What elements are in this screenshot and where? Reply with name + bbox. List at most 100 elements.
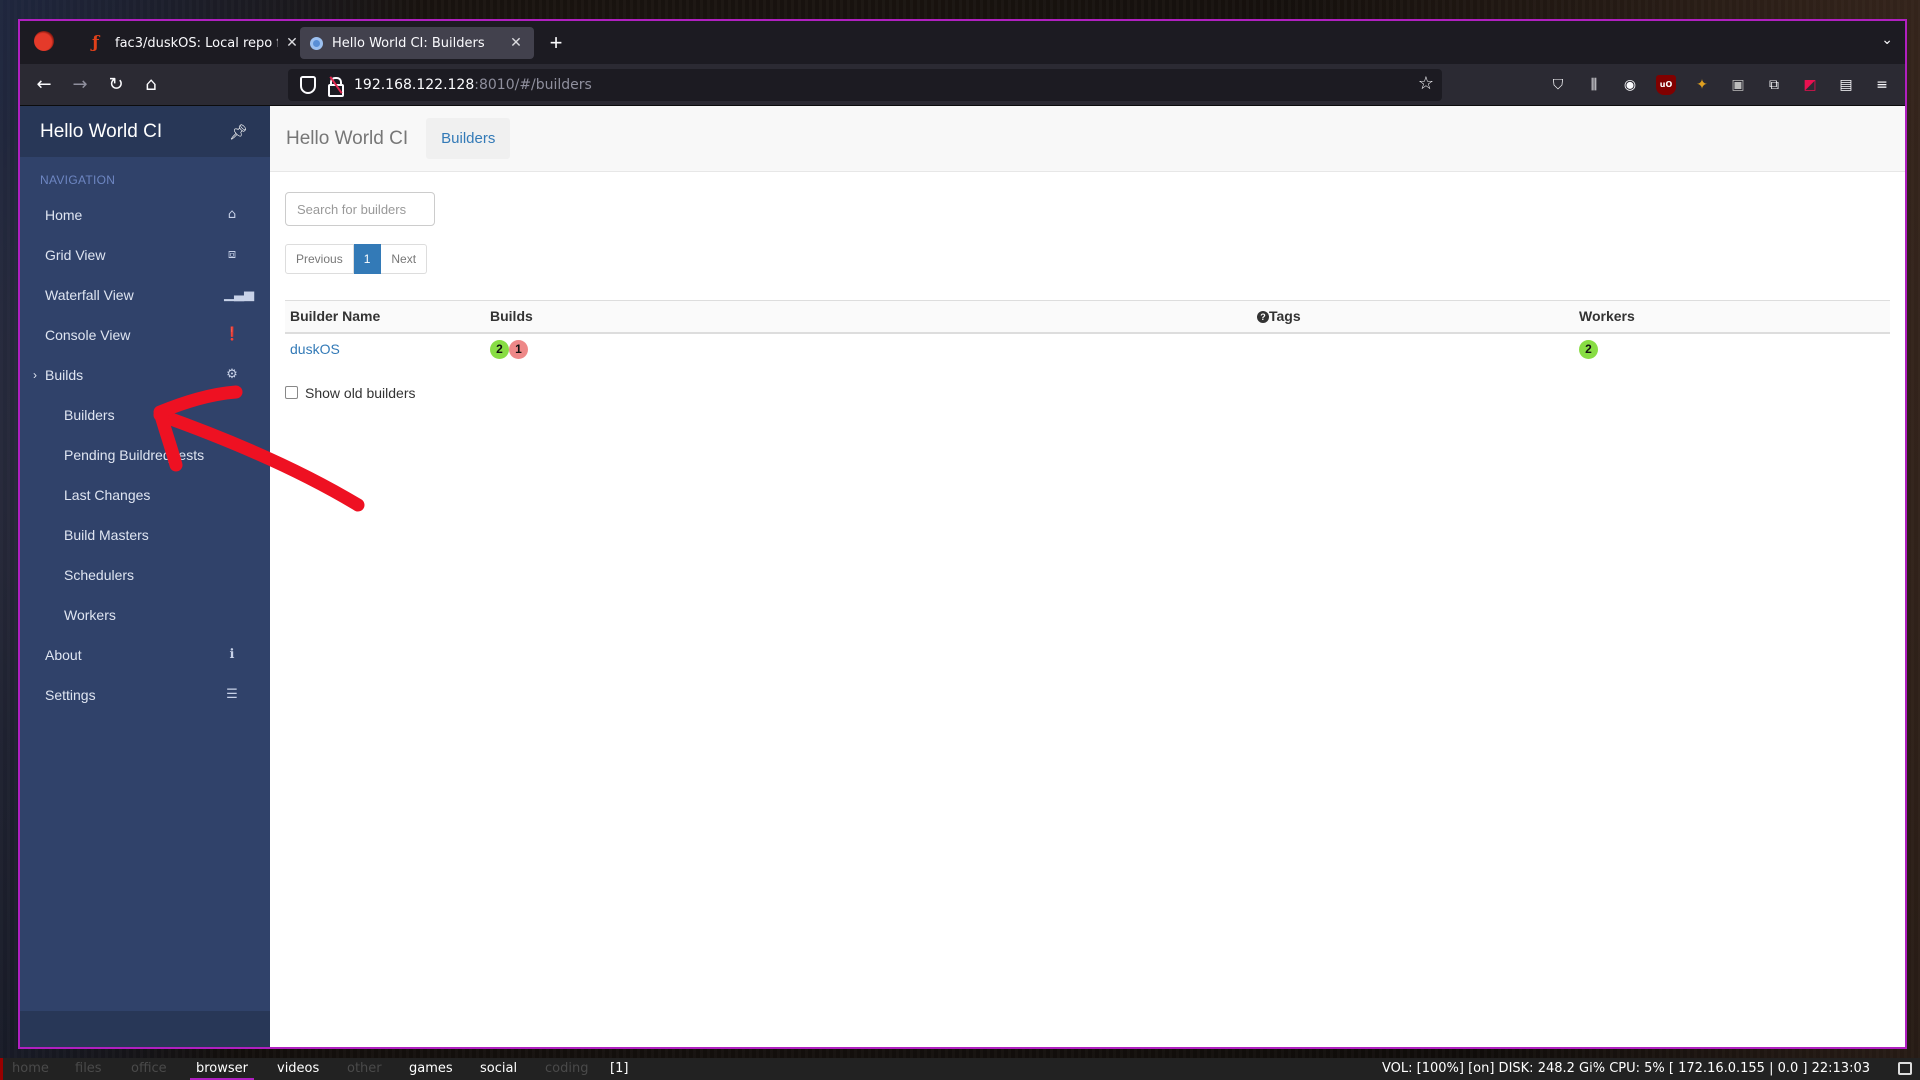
account-icon[interactable]: ◉ bbox=[1620, 75, 1640, 95]
pagination: Previous 1 Next bbox=[285, 244, 1890, 274]
show-old-builders-label[interactable]: Show old builders bbox=[305, 385, 416, 401]
sidebar-item-waterfall-view[interactable]: Waterfall View ▁▃▅ bbox=[20, 275, 270, 315]
sidebar-item-label: Builders bbox=[64, 407, 115, 423]
bookmark-star-icon[interactable]: ☆ bbox=[1418, 73, 1434, 94]
search-builders-input[interactable] bbox=[285, 192, 435, 226]
extension-icon[interactable]: ▣ bbox=[1728, 75, 1748, 95]
insecure-lock-icon[interactable] bbox=[328, 76, 344, 97]
extension-icon[interactable]: ◩ bbox=[1800, 75, 1820, 95]
builders-panel: Previous 1 Next Builder Name Builds ?Tag… bbox=[270, 172, 1905, 421]
workspace-layout-indicator[interactable]: [1] bbox=[610, 1061, 628, 1076]
workspace-videos[interactable]: videos bbox=[277, 1061, 319, 1076]
nav-heading: NAVIGATION bbox=[40, 173, 116, 187]
web-page: Hello World CI 📌︎ NAVIGATION Home ⌂ Grid… bbox=[20, 106, 1905, 1047]
navigation-toolbar: ← → ↻ ⌂ 192.168.122.128 :8010/#/builders… bbox=[20, 64, 1905, 106]
workspace-coding[interactable]: coding bbox=[545, 1061, 588, 1076]
sidebar-item-label: Console View bbox=[45, 327, 131, 343]
brand-title[interactable]: Hello World CI bbox=[286, 128, 408, 150]
sidebar-item-about[interactable]: About ℹ bbox=[20, 635, 270, 675]
bar-chart-icon: ▁▃▅ bbox=[224, 287, 254, 302]
workers-badge[interactable]: 2 bbox=[1579, 339, 1598, 359]
sidebar-item-home[interactable]: Home ⌂ bbox=[20, 195, 270, 235]
sidebar-item-label: Waterfall View bbox=[45, 287, 134, 303]
previous-page-button[interactable]: Previous bbox=[285, 244, 354, 274]
library-icon[interactable]: ⫼ bbox=[1584, 75, 1604, 95]
ublock-icon[interactable]: uO bbox=[1656, 75, 1676, 95]
sidebar-item-builders[interactable]: Builders bbox=[20, 395, 270, 435]
column-header-builder-name[interactable]: Builder Name bbox=[285, 300, 485, 334]
next-page-button[interactable]: Next bbox=[381, 244, 428, 274]
exclamation-circle-icon: ❗ bbox=[224, 327, 241, 342]
gitea-icon: ƒ bbox=[92, 33, 100, 53]
sidebar-item-last-changes[interactable]: Last Changes bbox=[20, 475, 270, 515]
firefox-view-icon[interactable] bbox=[34, 31, 54, 51]
menu-icon[interactable]: ≡ bbox=[1872, 75, 1892, 95]
sidebar-item-label: Workers bbox=[64, 607, 116, 623]
sidebar-item-label: About bbox=[45, 647, 82, 663]
shield-icon[interactable] bbox=[300, 76, 316, 94]
sidebar-item-pending-buildrequests[interactable]: Pending Buildrequests bbox=[20, 435, 270, 475]
display-tray-icon[interactable] bbox=[1898, 1062, 1912, 1075]
builder-link[interactable]: duskOS bbox=[290, 341, 340, 357]
main-content: Hello World CI Builders Previous 1 Next … bbox=[270, 106, 1905, 1047]
tags-label: Tags bbox=[1269, 308, 1301, 325]
extensions-puzzle-icon[interactable]: ⧉ bbox=[1764, 75, 1784, 95]
new-tab-button[interactable]: + bbox=[542, 29, 570, 57]
tab-bar: ƒ fac3/duskOS: Local repo fo ✕ Hello Wor… bbox=[20, 21, 1905, 64]
browser-window: ƒ fac3/duskOS: Local repo fo ✕ Hello Wor… bbox=[18, 19, 1907, 1049]
sidebar-item-grid-view[interactable]: Grid View ⧈ bbox=[20, 235, 270, 275]
sliders-icon: ☰ bbox=[226, 687, 238, 702]
sidebar-title[interactable]: Hello World CI bbox=[40, 121, 162, 143]
column-header-builds[interactable]: Builds bbox=[485, 300, 1252, 334]
workspace-social[interactable]: social bbox=[480, 1061, 517, 1076]
forward-icon[interactable]: → bbox=[66, 71, 94, 99]
url-path: :8010/#/builders bbox=[474, 77, 592, 93]
tab-title: Hello World CI: Builders bbox=[332, 35, 485, 51]
breadcrumb-builders[interactable]: Builders bbox=[426, 118, 511, 159]
notes-icon[interactable]: ▤ bbox=[1836, 75, 1856, 95]
workspace-browser[interactable]: browser bbox=[189, 1061, 255, 1080]
workspace-home[interactable]: home bbox=[12, 1061, 49, 1076]
current-page-button[interactable]: 1 bbox=[353, 244, 382, 274]
tab-duskos-repo[interactable]: ƒ fac3/duskOS: Local repo fo ✕ bbox=[82, 27, 310, 59]
table-row: duskOS 21 2 bbox=[285, 333, 1890, 365]
column-header-tags[interactable]: ? Tags bbox=[1252, 300, 1574, 334]
reload-icon[interactable]: ↻ bbox=[102, 71, 130, 99]
sidebar-item-settings[interactable]: Settings ☰ bbox=[20, 675, 270, 715]
workspace-games[interactable]: games bbox=[409, 1061, 453, 1076]
back-icon[interactable]: ← bbox=[30, 71, 58, 99]
taskbar-marker bbox=[0, 1058, 3, 1080]
sidebar-item-builds[interactable]: › Builds ⚙ bbox=[20, 355, 270, 395]
workspace-files[interactable]: files bbox=[75, 1061, 102, 1076]
close-tab-icon[interactable]: ✕ bbox=[508, 35, 524, 51]
pocket-icon[interactable]: ⛉ bbox=[1548, 75, 1568, 95]
question-circle-icon[interactable]: ? bbox=[1257, 311, 1269, 324]
build-failure-badge[interactable]: 1 bbox=[509, 339, 528, 359]
extension-icon[interactable]: ✦ bbox=[1692, 75, 1712, 95]
workspace-office[interactable]: office bbox=[131, 1061, 167, 1076]
sidebar-item-label: Builds bbox=[45, 367, 84, 383]
system-status: VOL: [100%] [on] DISK: 248.2 Gi% CPU: 5%… bbox=[1382, 1061, 1870, 1076]
sidebar-item-label: Pending Buildrequests bbox=[64, 447, 205, 463]
pin-icon[interactable]: 📌︎ bbox=[229, 123, 248, 141]
sidebar-item-label: Build Masters bbox=[64, 527, 149, 543]
column-header-workers[interactable]: Workers bbox=[1574, 300, 1890, 334]
build-success-badge[interactable]: 2 bbox=[490, 339, 509, 359]
url-host: 192.168.122.128 bbox=[354, 77, 475, 93]
sidebar-item-schedulers[interactable]: Schedulers bbox=[20, 555, 270, 595]
show-old-builders-checkbox[interactable] bbox=[285, 386, 298, 399]
sidebar-item-build-masters[interactable]: Build Masters bbox=[20, 515, 270, 555]
cubes-icon: ⧈ bbox=[227, 247, 237, 262]
chevron-down-icon[interactable]: ⌄ bbox=[1881, 31, 1893, 48]
workspace-other[interactable]: other bbox=[347, 1061, 382, 1076]
sidebar-item-label: Settings bbox=[45, 687, 96, 703]
tab-builders[interactable]: Hello World CI: Builders ✕ bbox=[300, 27, 534, 59]
home-icon[interactable]: ⌂ bbox=[137, 71, 165, 99]
sidebar-item-workers[interactable]: Workers bbox=[20, 595, 270, 635]
close-tab-icon[interactable]: ✕ bbox=[284, 35, 300, 51]
sidebar-item-label: Grid View bbox=[45, 247, 106, 263]
sidebar-item-label: Home bbox=[45, 207, 83, 223]
url-bar[interactable]: 192.168.122.128 :8010/#/builders ☆ bbox=[288, 69, 1442, 101]
cogs-icon: ⚙ bbox=[226, 367, 238, 382]
sidebar-item-console-view[interactable]: Console View ❗ bbox=[20, 315, 270, 355]
